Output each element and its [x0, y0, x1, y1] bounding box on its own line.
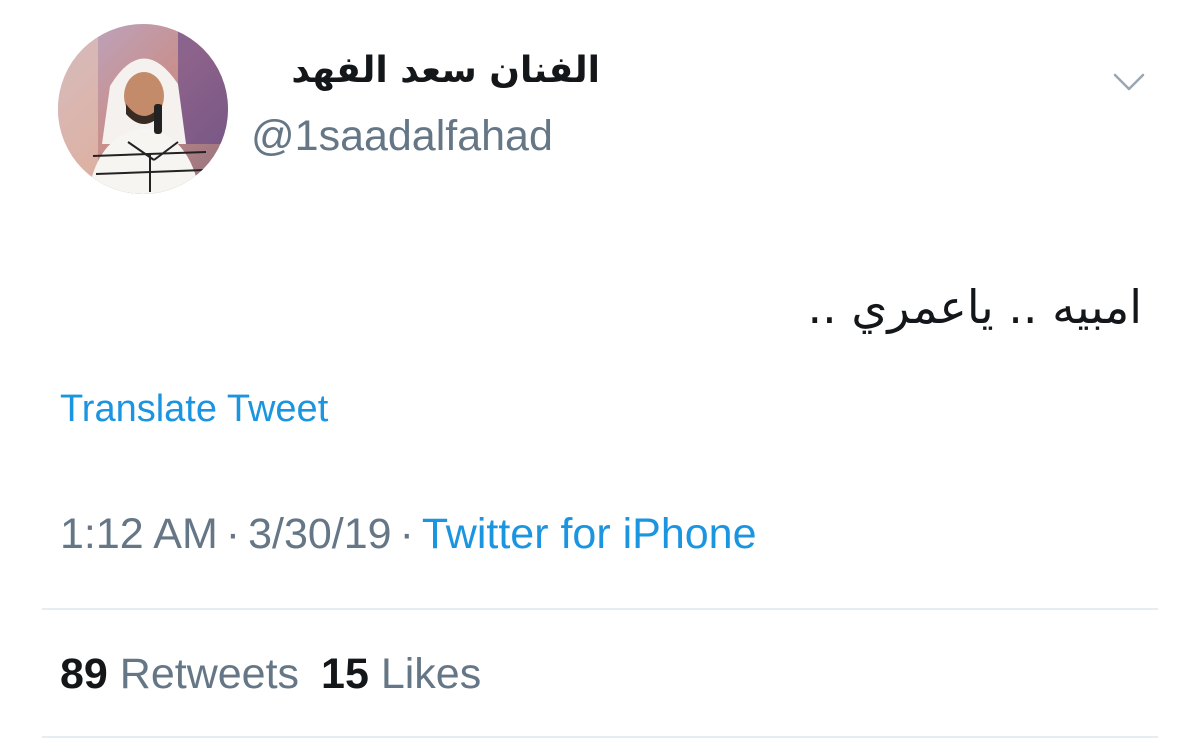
divider: [42, 736, 1158, 738]
meta-separator: ·: [399, 510, 414, 558]
retweets-count: 89: [60, 650, 108, 698]
user-handle[interactable]: @1saadalfahad: [251, 112, 553, 161]
retweets-stat[interactable]: 89 Retweets: [60, 650, 299, 698]
likes-label: Likes: [380, 650, 482, 698]
likes-count: 15: [321, 650, 369, 698]
tweet-time: 1:12 AM: [60, 510, 218, 558]
divider: [42, 608, 1158, 610]
translate-tweet-link[interactable]: Translate Tweet: [60, 388, 328, 431]
display-name[interactable]: الفنان سعد الفهد: [250, 50, 600, 91]
tweet-text: امبيه .. ياعمري ..: [807, 280, 1142, 334]
tweet-card: الفنان سعد الفهد @1saadalfahad امبيه .. …: [0, 0, 1200, 745]
tweet-meta: 1:12 AM · 3/30/19 · Twitter for iPhone: [60, 510, 756, 559]
tweet-source-link[interactable]: Twitter for iPhone: [422, 510, 757, 558]
tweet-date: 3/30/19: [248, 510, 392, 558]
likes-stat[interactable]: 15 Likes: [321, 650, 481, 698]
avatar-image: [58, 24, 228, 194]
tweet-stats: 89 Retweets 15 Likes: [60, 650, 481, 699]
retweets-label: Retweets: [119, 650, 300, 698]
meta-separator: ·: [225, 510, 241, 558]
avatar[interactable]: [58, 24, 228, 194]
chevron-down-icon[interactable]: [1112, 70, 1146, 94]
